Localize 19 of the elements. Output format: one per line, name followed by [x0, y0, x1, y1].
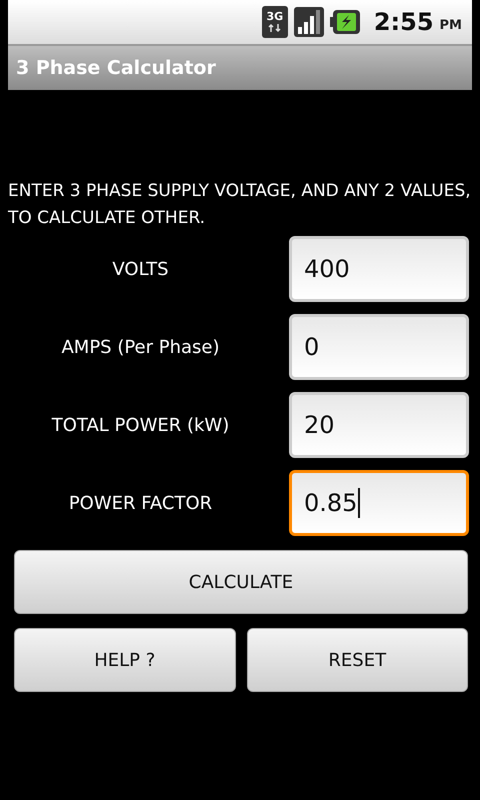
- field-label: TOTAL POWER (kW): [50, 414, 230, 436]
- signal-icon: [294, 7, 324, 37]
- network-3g-icon: 3G: [262, 6, 288, 38]
- field-label: POWER FACTOR: [68, 492, 214, 514]
- field-label: AMPS (Per Phase): [60, 336, 221, 358]
- battery-charging-icon: [330, 9, 360, 35]
- text-cursor: [358, 488, 360, 518]
- field-label: VOLTS: [111, 258, 170, 280]
- input-field[interactable]: 400: [289, 236, 469, 302]
- action-button[interactable]: HELP ?: [14, 628, 236, 692]
- input-field[interactable]: 20: [289, 392, 469, 458]
- app-title: 3 Phase Calculator: [16, 57, 216, 79]
- calculate-button[interactable]: CALCULATE: [14, 550, 468, 614]
- clock: 2:55: [374, 8, 434, 36]
- clock-meridiem: PM: [440, 18, 462, 32]
- input-field[interactable]: 0: [289, 314, 469, 380]
- action-button[interactable]: RESET: [246, 628, 468, 692]
- input-field[interactable]: 0.85: [289, 470, 469, 536]
- instructions: ENTER 3 PHASE SUPPLY VOLTAGE, AND ANY 2 VALUES, TO CALCULATE OTHER.: [8, 180, 472, 230]
